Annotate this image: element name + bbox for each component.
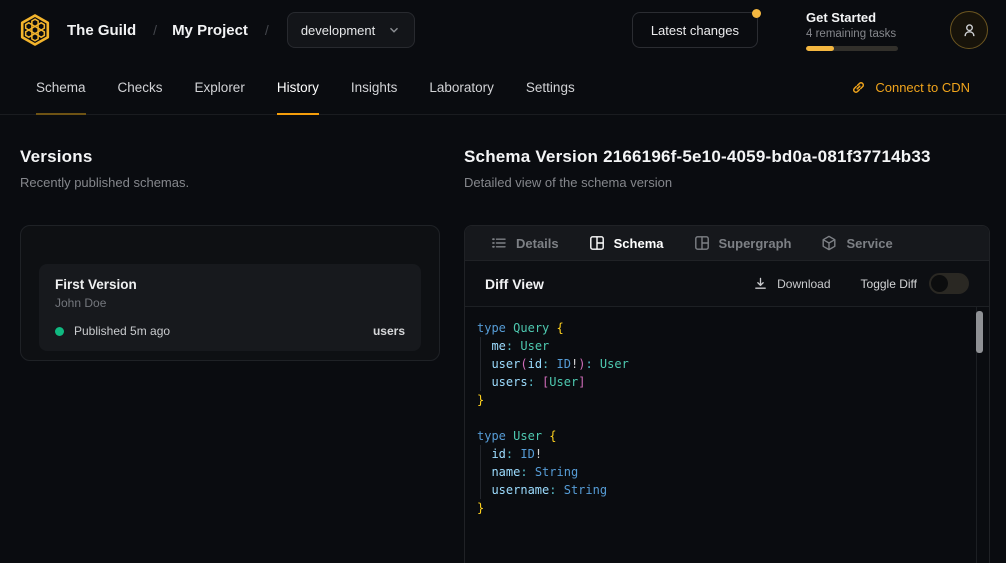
version-detail-panel: Schema Version 2166196f-5e10-4059-bd0a-0… [464, 147, 990, 563]
target-selector-value: development [301, 23, 375, 38]
breadcrumb: The Guild / My Project / development [18, 12, 415, 48]
version-list-item[interactable]: First Version John Doe Published 5m ago use… [39, 264, 421, 351]
person-icon [961, 22, 978, 39]
breadcrumb-separator: / [265, 22, 269, 38]
scrollbar-thumb[interactable] [976, 311, 983, 353]
cube-icon [821, 235, 837, 251]
project-link[interactable]: My Project [172, 22, 248, 39]
detail-tab-details[interactable]: Details [491, 235, 559, 251]
code-line: id: ID! [477, 445, 967, 463]
nav-tabs: Schema Checks Explorer History Insights Labor… [36, 60, 575, 114]
connect-cdn-link[interactable]: Connect to CDN [851, 60, 970, 114]
columns-icon [589, 235, 605, 251]
nav-tab-checks[interactable]: Checks [118, 60, 163, 114]
code-lines: type Query { me: User user(id: ID!): Use… [477, 319, 967, 517]
nav-tab-label: Schema [36, 80, 86, 95]
notification-dot [752, 9, 761, 18]
version-name: First Version [55, 277, 405, 292]
toggle-diff-label: Toggle Diff [861, 277, 917, 291]
main-nav: Schema Checks Explorer History Insights Labor… [0, 60, 1006, 115]
get-started-title: Get Started [806, 10, 908, 25]
get-started-progress-fill [806, 46, 834, 51]
user-avatar[interactable] [950, 11, 988, 49]
code-line: username: String [477, 481, 967, 499]
target-selector[interactable]: development [287, 12, 415, 48]
code-line: } [477, 499, 967, 517]
code-line: type Query { [477, 319, 967, 337]
nav-tab-history[interactable]: History [277, 60, 319, 114]
detail-tab-label: Supergraph [719, 236, 792, 251]
download-button[interactable]: Download [753, 276, 830, 291]
latest-changes-button[interactable]: Latest changes [632, 12, 758, 48]
detail-tab-supergraph[interactable]: Supergraph [694, 235, 792, 251]
header-actions: Latest changes Get Started 4 remaining t… [632, 10, 988, 51]
code-line: users: [User] [477, 373, 967, 391]
version-status: Published 5m ago [74, 324, 170, 338]
hive-logo-icon[interactable] [18, 13, 52, 47]
detail-tabs: Details Schema Supergraph Service [465, 226, 989, 261]
versions-card: First Version John Doe Published 5m ago use… [20, 225, 440, 361]
code-line: user(id: ID!): User [477, 355, 967, 373]
versions-subtitle: Recently published schemas. [20, 175, 440, 191]
nav-tab-schema[interactable]: Schema [36, 60, 86, 114]
toggle-diff-switch[interactable] [929, 273, 969, 294]
get-started-widget[interactable]: Get Started 4 remaining tasks [806, 10, 908, 51]
versions-title: Versions [20, 147, 440, 167]
switch-knob [931, 275, 948, 292]
nav-tab-settings[interactable]: Settings [526, 60, 575, 114]
nav-tab-label: Insights [351, 80, 398, 95]
code-line [477, 409, 967, 427]
code-line: type User { [477, 427, 967, 445]
nav-tab-label: Explorer [195, 80, 245, 95]
diff-view-header: Diff View Download Toggle Diff [465, 261, 989, 307]
diff-view-title: Diff View [485, 276, 544, 292]
link-icon [851, 80, 866, 95]
chevron-down-icon [387, 23, 401, 37]
detail-tab-schema[interactable]: Schema [589, 235, 664, 251]
code-line: me: User [477, 337, 967, 355]
columns-icon [694, 235, 710, 251]
latest-changes-label: Latest changes [651, 23, 739, 38]
detail-tab-label: Service [846, 236, 892, 251]
content: Versions Recently published schemas. Fir… [0, 115, 1006, 563]
nav-tab-laboratory[interactable]: Laboratory [429, 60, 494, 114]
detail-tab-service[interactable]: Service [821, 235, 892, 251]
nav-tab-label: Settings [526, 80, 575, 95]
nav-tab-insights[interactable]: Insights [351, 60, 398, 114]
version-author: John Doe [55, 296, 405, 310]
top-bar: The Guild / My Project / development Lat… [0, 0, 1006, 60]
schema-sdl-viewer[interactable]: type Query { me: User user(id: ID!): Use… [465, 307, 989, 563]
detail-tab-label: Details [516, 236, 559, 251]
published-status-dot [55, 327, 64, 336]
breadcrumb-separator: / [153, 22, 157, 38]
nav-tab-label: Laboratory [429, 80, 494, 95]
schema-version-title: Schema Version 2166196f-5e10-4059-bd0a-0… [464, 147, 990, 167]
code-line: } [477, 391, 967, 409]
nav-tab-explorer[interactable]: Explorer [195, 60, 245, 114]
get-started-progress-bar [806, 46, 898, 51]
diff-view-actions: Download Toggle Diff [753, 273, 969, 294]
version-status-row: Published 5m ago users [55, 324, 405, 338]
app-root: The Guild / My Project / development Lat… [0, 0, 1006, 563]
get-started-subtitle: 4 remaining tasks [806, 28, 908, 40]
service-name-badge: users [373, 324, 405, 338]
code-line: name: String [477, 463, 967, 481]
org-link[interactable]: The Guild [67, 22, 136, 39]
schema-version-subtitle: Detailed view of the schema version [464, 175, 990, 191]
schema-version-card: Details Schema Supergraph Service Diff View… [464, 225, 990, 563]
list-icon [491, 235, 507, 251]
versions-panel: Versions Recently published schemas. Fir… [20, 147, 440, 563]
download-icon [753, 276, 768, 291]
download-label: Download [777, 277, 830, 291]
nav-tab-label: Checks [118, 80, 163, 95]
connect-cdn-label: Connect to CDN [875, 80, 970, 95]
detail-tab-label: Schema [614, 236, 664, 251]
nav-tab-label: History [277, 80, 319, 95]
